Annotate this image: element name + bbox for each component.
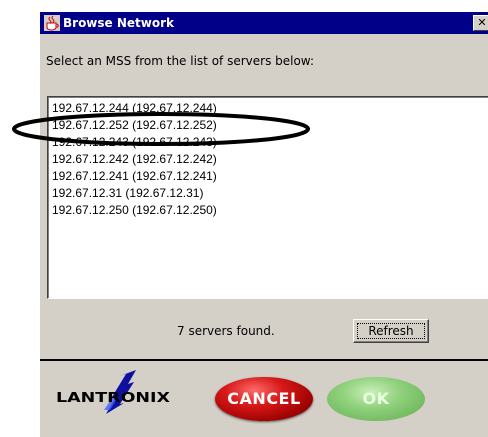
instruction-label: Select an MSS from the list of servers b… bbox=[46, 54, 315, 68]
server-list-item[interactable]: 192.67.12.250 (192.67.12.250) bbox=[52, 202, 217, 218]
ok-button[interactable]: OK bbox=[327, 377, 425, 421]
title-bar[interactable]: Browse Network ✕ bbox=[40, 12, 488, 34]
lantronix-logo: LANTRONIX bbox=[56, 370, 170, 414]
close-icon: ✕ bbox=[477, 16, 487, 29]
server-list-item[interactable]: 192.67.12.242 (192.67.12.242) bbox=[52, 151, 217, 167]
window-title: Browse Network bbox=[63, 16, 174, 30]
server-list-item[interactable]: 192.67.12.241 (192.67.12.241) bbox=[52, 168, 217, 184]
close-button[interactable]: ✕ bbox=[473, 15, 488, 31]
server-list[interactable]: 192.67.12.244 (192.67.12.244) 192.67.12.… bbox=[47, 96, 488, 299]
refresh-button[interactable]: Refresh bbox=[353, 319, 429, 343]
cancel-button[interactable]: CANCEL bbox=[215, 377, 313, 421]
logo-text: LANTRONIX bbox=[56, 391, 170, 406]
server-list-item[interactable]: 192.67.12.244 (192.67.12.244) bbox=[52, 100, 217, 116]
server-list-item[interactable]: 192.67.12.252 (192.67.12.252) bbox=[52, 117, 217, 133]
browse-network-window: Browse Network ✕ Select an MSS from the … bbox=[39, 11, 488, 437]
status-text: 7 servers found. bbox=[177, 324, 275, 338]
server-list-item[interactable]: 192.67.12.31 (192.67.12.31) bbox=[52, 185, 203, 201]
divider bbox=[40, 359, 488, 361]
java-cup-icon bbox=[44, 15, 60, 31]
server-list-item[interactable]: 192.67.12.243 (192.67.12.243) bbox=[52, 134, 217, 150]
